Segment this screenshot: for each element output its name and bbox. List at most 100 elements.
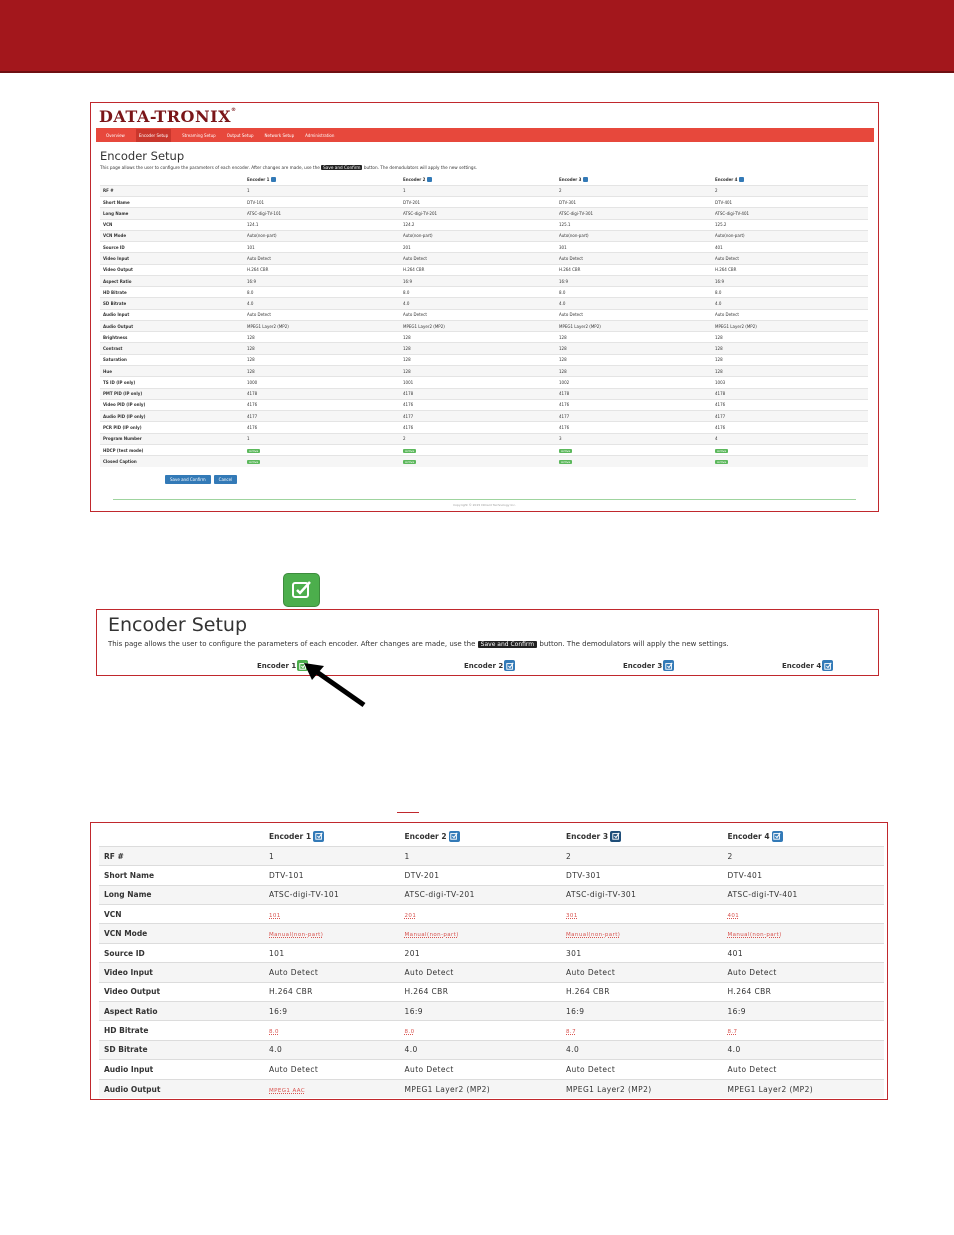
table-cell: 2 xyxy=(556,184,712,197)
table-cell: ATSC-digi-TV-401 xyxy=(712,207,868,220)
table-row: Long Name ATSC-digi-TV-101 ATSC-digi-TV-20… xyxy=(100,207,868,220)
table-cell[interactable]: Auto Detect xyxy=(264,1059,400,1080)
table-cell[interactable]: 201 xyxy=(399,904,562,924)
active-badge[interactable]: Active xyxy=(559,448,573,453)
nav-output-setup[interactable]: Output Setup xyxy=(227,133,254,138)
table-cell[interactable]: 101 xyxy=(264,904,400,924)
edit-icon[interactable] xyxy=(448,830,460,842)
table-cell[interactable]: 16:9 xyxy=(399,1001,562,1021)
table-cell[interactable]: 1 xyxy=(399,845,562,866)
table-row: Program Number 1 2 3 4 xyxy=(100,432,868,445)
table-cell[interactable]: 8.7 xyxy=(561,1020,723,1041)
table-cell[interactable]: 101 xyxy=(264,942,400,963)
table-cell[interactable]: ATSC-digi-TV-301 xyxy=(561,884,723,905)
table-cell: 2 xyxy=(712,184,868,197)
edit-icon[interactable] xyxy=(771,830,783,842)
edit-icon[interactable] xyxy=(738,177,744,183)
table-cell[interactable]: Manual(non-part) xyxy=(722,923,884,944)
table-cell[interactable]: 16:9 xyxy=(561,1001,723,1021)
table-cell[interactable]: H.264 CBR xyxy=(264,981,400,1002)
table-cell[interactable]: 4.0 xyxy=(264,1039,400,1060)
table-cell[interactable]: 4.0 xyxy=(722,1039,884,1060)
active-badge[interactable]: Active xyxy=(403,460,417,465)
table-cell[interactable]: 2 xyxy=(722,845,884,866)
row-label: Short Name xyxy=(99,865,264,886)
edit-icon[interactable] xyxy=(663,660,675,671)
table-cell[interactable]: H.264 CBR xyxy=(722,981,884,1002)
table-cell[interactable]: 1 xyxy=(264,845,400,866)
edit-icon[interactable] xyxy=(313,830,325,842)
table-cell: 4 xyxy=(712,432,868,445)
encoder-header: Encoder 4 xyxy=(782,660,834,671)
table-cell: 16:9 xyxy=(556,274,712,287)
table-cell[interactable]: Auto Detect xyxy=(264,962,400,983)
table-cell[interactable]: 401 xyxy=(722,904,884,924)
table-cell: 128 xyxy=(400,353,556,366)
cancel-button[interactable]: Cancel xyxy=(213,475,238,484)
table-cell[interactable]: Auto Detect xyxy=(561,1059,723,1080)
table-cell[interactable]: Auto Detect xyxy=(561,962,723,983)
active-badge[interactable]: Active xyxy=(559,460,573,465)
table-cell[interactable]: 16:9 xyxy=(722,1001,884,1021)
edit-icon[interactable] xyxy=(582,177,588,183)
save-confirm-button[interactable]: Save and Confirm xyxy=(165,475,211,484)
table-cell[interactable]: DTV-401 xyxy=(722,865,884,886)
active-badge[interactable]: Active xyxy=(715,460,729,465)
table-cell[interactable]: Manual(non-part) xyxy=(399,923,562,944)
table-cell[interactable]: 2 xyxy=(561,845,723,866)
table-cell[interactable]: Auto Detect xyxy=(722,962,884,983)
edit-icon[interactable] xyxy=(426,177,432,183)
edit-icon[interactable] xyxy=(270,177,276,183)
table-cell[interactable]: MPEG1 Layer2 (MP2) xyxy=(561,1078,723,1099)
table-cell[interactable]: 301 xyxy=(561,904,723,924)
table-cell[interactable]: 8.7 xyxy=(722,1020,884,1041)
table-cell[interactable]: 4.0 xyxy=(561,1039,723,1060)
edit-icon[interactable] xyxy=(610,830,622,842)
nav-network-setup[interactable]: Network Setup xyxy=(265,133,295,138)
table-cell[interactable]: 301 xyxy=(561,942,723,963)
table-cell[interactable]: Auto Detect xyxy=(399,1059,562,1080)
table-cell[interactable]: H.264 CBR xyxy=(561,981,723,1002)
table-cell: ATSC-digi-TV-101 xyxy=(244,207,400,220)
table-cell[interactable]: MPEG1 Layer2 (MP2) xyxy=(399,1078,562,1099)
row-label: Audio Input xyxy=(100,308,244,321)
table-cell[interactable]: Manual(non-part) xyxy=(561,923,723,944)
edit-icon[interactable] xyxy=(504,660,516,671)
table-cell[interactable]: 16:9 xyxy=(264,1001,400,1021)
header-banner xyxy=(0,0,954,73)
table-cell[interactable]: MPEG1 Layer2 (MP2) xyxy=(722,1078,884,1099)
cell-value: 401 xyxy=(727,948,744,958)
table-cell[interactable]: 8.0 xyxy=(264,1020,400,1041)
edit-icon[interactable] xyxy=(822,660,834,671)
table-cell[interactable]: DTV-201 xyxy=(399,865,562,886)
nav-overview[interactable]: Overview xyxy=(106,133,125,138)
table-cell[interactable]: Auto Detect xyxy=(399,962,562,983)
table-cell[interactable]: ATSC-digi-TV-401 xyxy=(722,884,884,905)
table-cell[interactable]: ATSC-digi-TV-101 xyxy=(264,884,400,905)
table-cell: 1 xyxy=(244,184,400,197)
table-cell[interactable]: 401 xyxy=(722,942,884,963)
table-cell: 8.0 xyxy=(400,286,556,298)
table-row: Audio PID (IP only) 4177 4177 4177 4177 xyxy=(100,410,868,422)
table-cell[interactable]: MPEG1 AAC xyxy=(264,1078,400,1099)
nav-encoder-setup[interactable]: Encoder Setup xyxy=(135,128,172,142)
table-cell[interactable]: Manual(non-part) xyxy=(264,923,400,944)
table-cell[interactable]: 4.0 xyxy=(399,1039,562,1060)
nav-streaming-setup[interactable]: Streaming Setup xyxy=(182,133,216,138)
encoder-header: Encoder 4 xyxy=(723,827,885,846)
active-badge[interactable]: Active xyxy=(403,448,417,453)
cell-value: Auto Detect xyxy=(404,1064,454,1074)
table-cell[interactable]: 201 xyxy=(399,942,562,963)
row-label: Audio Output xyxy=(100,319,244,332)
active-badge[interactable]: Active xyxy=(247,448,261,453)
table-cell[interactable]: DTV-301 xyxy=(561,865,723,886)
table-cell[interactable]: ATSC-digi-TV-201 xyxy=(399,884,562,905)
cell-value: H.264 CBR xyxy=(404,987,449,997)
table-cell[interactable]: 8.0 xyxy=(399,1020,562,1041)
active-badge[interactable]: Active xyxy=(715,448,729,453)
table-cell[interactable]: H.264 CBR xyxy=(399,981,562,1002)
nav-administration[interactable]: Administration xyxy=(305,133,334,138)
table-cell[interactable]: Auto Detect xyxy=(722,1059,884,1080)
table-cell[interactable]: DTV-101 xyxy=(264,865,400,886)
active-badge[interactable]: Active xyxy=(247,460,261,465)
